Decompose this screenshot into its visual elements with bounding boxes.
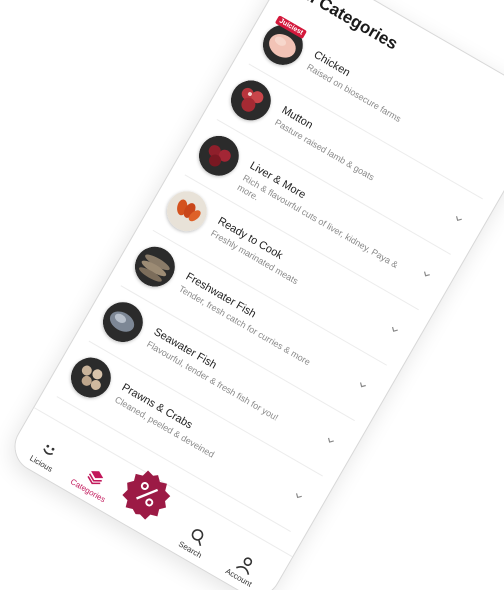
chevron-down-icon[interactable]: [388, 323, 402, 337]
nav-item-account[interactable]: Account: [212, 542, 275, 590]
freshwater-fish-thumb: [128, 239, 183, 294]
seawater-fish-thumb: [96, 295, 151, 350]
chevron-down-icon[interactable]: [324, 434, 338, 448]
chevron-down-icon[interactable]: [452, 212, 466, 226]
chevron-down-icon[interactable]: [356, 378, 370, 392]
ready-to-cook-thumb: [160, 184, 215, 239]
chevron-down-icon[interactable]: [292, 489, 306, 503]
chevron-down-icon[interactable]: [420, 268, 434, 282]
percent-badge-icon: [122, 470, 171, 520]
mutton-thumb: [224, 73, 279, 128]
prawns-thumb: [64, 350, 119, 405]
nav-item-categories[interactable]: Categories: [61, 455, 124, 508]
liver-thumb: [192, 128, 247, 183]
offers-button[interactable]: [116, 463, 179, 526]
phone-screen: All Categories Juiciest Chicken Raised o…: [5, 0, 504, 590]
